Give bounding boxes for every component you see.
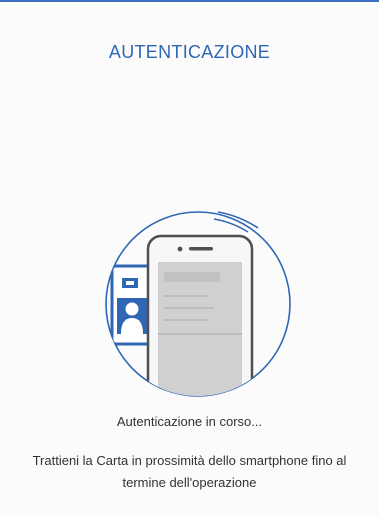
signal-arc-inner xyxy=(213,218,249,233)
instruction-message: Trattieni la Carta in prossimità dello s… xyxy=(32,453,347,490)
authentication-panel: AUTENTICAZIONE Autenticazione in corso..… xyxy=(0,2,379,516)
page-title: AUTENTICAZIONE xyxy=(108,42,271,62)
smartphone-icon xyxy=(146,234,254,396)
phone-card-nfc-icon xyxy=(105,211,291,397)
signal-arc-outer xyxy=(217,211,259,229)
status-message: Autenticazione in corso... xyxy=(116,414,263,429)
